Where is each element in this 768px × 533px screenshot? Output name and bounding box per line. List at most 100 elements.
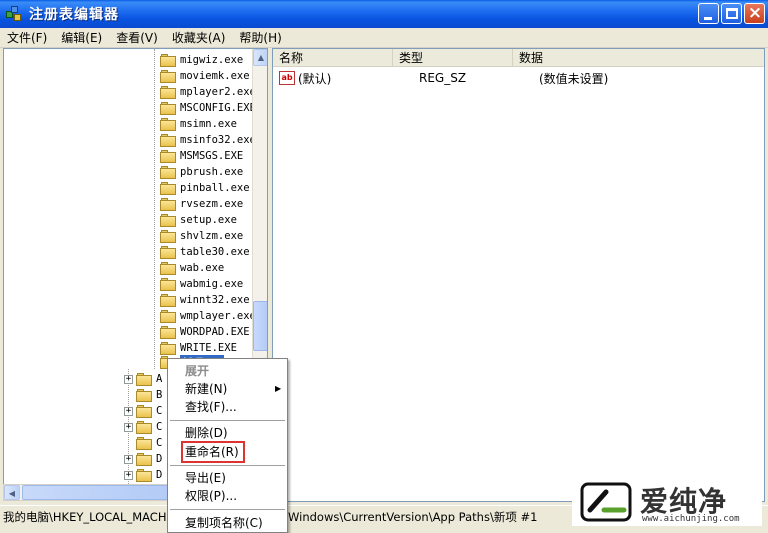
tree-item[interactable]: + C bbox=[124, 403, 162, 419]
context-menu: 展开 新建(N) ▶ 查找(F)... 删除(D) 重命名(R) 导出(E) 权… bbox=[167, 358, 288, 533]
menu-favorites[interactable]: 收藏夹(A) bbox=[165, 28, 233, 48]
folder-icon bbox=[160, 229, 176, 243]
h-scroll-thumb[interactable] bbox=[22, 485, 172, 500]
tree-item[interactable]: + D bbox=[124, 467, 162, 483]
expand-icon[interactable]: + bbox=[124, 406, 133, 416]
menu-item-find[interactable]: 查找(F)... bbox=[185, 398, 237, 416]
tree-item[interactable]: msinfo32.exe bbox=[160, 132, 256, 148]
list-header: 名称 类型 数据 bbox=[273, 49, 764, 67]
tree-item[interactable]: rvsezm.exe bbox=[160, 196, 243, 212]
folder-icon bbox=[136, 404, 152, 418]
watermark: 爱纯净 www.aichunjing.com bbox=[572, 476, 762, 526]
menu-item-permissions[interactable]: 权限(P)... bbox=[185, 487, 237, 505]
separator bbox=[170, 465, 285, 466]
tree-item[interactable]: WORDPAD.EXE bbox=[160, 324, 250, 340]
menu-bar: 文件(F) 编辑(E) 查看(V) 收藏夹(A) 帮助(H) bbox=[0, 28, 768, 48]
status-path-right: Windows\CurrentVersion\App Paths\新项 #1 bbox=[288, 509, 538, 524]
string-value-icon: ab bbox=[279, 71, 295, 85]
separator bbox=[170, 509, 285, 510]
submenu-arrow-icon: ▶ bbox=[275, 384, 282, 393]
folder-icon bbox=[160, 133, 176, 147]
expand-icon[interactable]: + bbox=[124, 374, 133, 384]
folder-icon bbox=[160, 245, 176, 259]
tree-item[interactable]: mplayer2.exe bbox=[160, 84, 256, 100]
folder-icon bbox=[160, 197, 176, 211]
folder-icon bbox=[136, 436, 152, 450]
folder-icon bbox=[160, 69, 176, 83]
menu-item-new[interactable]: 新建(N) bbox=[185, 380, 227, 398]
tree-item[interactable]: wmplayer.exe bbox=[160, 308, 256, 324]
folder-icon bbox=[160, 149, 176, 163]
scroll-left-icon[interactable]: ◀ bbox=[4, 485, 20, 500]
tree-item[interactable]: setup.exe bbox=[160, 212, 237, 228]
tree-item[interactable]: MSMSGS.EXE bbox=[160, 148, 243, 164]
tree-item[interactable]: + C bbox=[124, 419, 162, 435]
folder-icon bbox=[160, 309, 176, 323]
brand-logo-icon bbox=[580, 482, 632, 522]
tree-item[interactable]: B bbox=[136, 387, 162, 403]
folder-icon bbox=[160, 213, 176, 227]
column-type-header[interactable]: 类型 bbox=[393, 49, 513, 67]
minimize-button[interactable] bbox=[698, 3, 719, 24]
expand-icon[interactable]: + bbox=[124, 422, 133, 432]
tree-item[interactable]: wab.exe bbox=[160, 260, 224, 276]
values-list[interactable]: 名称 类型 数据 ab (默认) REG_SZ (数值未设置) bbox=[272, 48, 765, 502]
tree-item[interactable]: + D bbox=[124, 451, 162, 467]
menu-item-expand[interactable]: 展开 bbox=[185, 362, 209, 380]
folder-icon bbox=[160, 261, 176, 275]
window-title: 注册表编辑器 bbox=[29, 7, 119, 23]
tree-item[interactable]: shvlzm.exe bbox=[160, 228, 243, 244]
folder-icon bbox=[160, 277, 176, 291]
tree-item[interactable]: C bbox=[136, 435, 162, 451]
menu-item-export[interactable]: 导出(E) bbox=[185, 469, 226, 487]
folder-icon bbox=[136, 372, 152, 386]
menu-help[interactable]: 帮助(H) bbox=[232, 28, 288, 48]
folder-icon bbox=[160, 117, 176, 131]
folder-icon bbox=[136, 420, 152, 434]
menu-item-delete[interactable]: 删除(D) bbox=[185, 424, 228, 442]
highlight-annotation bbox=[181, 441, 245, 463]
tree-item[interactable]: msimn.exe bbox=[160, 116, 237, 132]
tree-item[interactable]: + A bbox=[124, 371, 162, 387]
folder-icon bbox=[136, 452, 152, 466]
tree-item[interactable]: moviemk.exe bbox=[160, 68, 250, 84]
tree-item[interactable]: winnt32.exe bbox=[160, 292, 250, 308]
folder-icon bbox=[136, 388, 152, 402]
folder-icon bbox=[160, 293, 176, 307]
list-item[interactable]: ab (默认) REG_SZ (数值未设置) bbox=[273, 69, 608, 87]
tree-item[interactable]: MSCONFIG.EXE bbox=[160, 100, 256, 116]
column-data-header[interactable]: 数据 bbox=[513, 49, 764, 67]
menu-edit[interactable]: 编辑(E) bbox=[54, 28, 109, 48]
scroll-up-icon[interactable]: ▲ bbox=[253, 49, 267, 66]
menu-view[interactable]: 查看(V) bbox=[109, 28, 165, 48]
folder-icon bbox=[136, 468, 152, 482]
minimize-icon bbox=[704, 17, 712, 20]
menu-file[interactable]: 文件(F) bbox=[0, 28, 54, 48]
tree-item[interactable]: pbrush.exe bbox=[160, 164, 243, 180]
close-icon: × bbox=[747, 3, 763, 23]
maximize-icon bbox=[726, 8, 738, 19]
folder-icon bbox=[160, 181, 176, 195]
separator bbox=[170, 420, 285, 421]
folder-icon bbox=[160, 101, 176, 115]
folder-icon bbox=[160, 165, 176, 179]
scroll-thumb[interactable] bbox=[253, 301, 267, 351]
folder-icon bbox=[160, 341, 176, 355]
tree-item[interactable]: table30.exe bbox=[160, 244, 250, 260]
tree-item[interactable]: wabmig.exe bbox=[160, 276, 243, 292]
maximize-button[interactable] bbox=[721, 3, 742, 24]
expand-icon[interactable]: + bbox=[124, 470, 133, 480]
folder-icon bbox=[160, 325, 176, 339]
folder-icon bbox=[160, 85, 176, 99]
regedit-icon bbox=[5, 5, 23, 23]
status-path-left: 我的电脑\HKEY_LOCAL_MACHINE bbox=[3, 509, 166, 524]
column-name-header[interactable]: 名称 bbox=[273, 49, 393, 67]
brand-url: www.aichunjing.com bbox=[642, 514, 740, 524]
title-bar: 注册表编辑器 × bbox=[0, 0, 768, 28]
tree-item[interactable]: migwiz.exe bbox=[160, 52, 243, 68]
menu-item-copy-key-name[interactable]: 复制项名称(C) bbox=[185, 514, 263, 532]
close-button[interactable]: × bbox=[744, 3, 765, 24]
folder-icon bbox=[160, 53, 176, 67]
expand-icon[interactable]: + bbox=[124, 454, 133, 464]
tree-item[interactable]: pinball.exe bbox=[160, 180, 250, 196]
